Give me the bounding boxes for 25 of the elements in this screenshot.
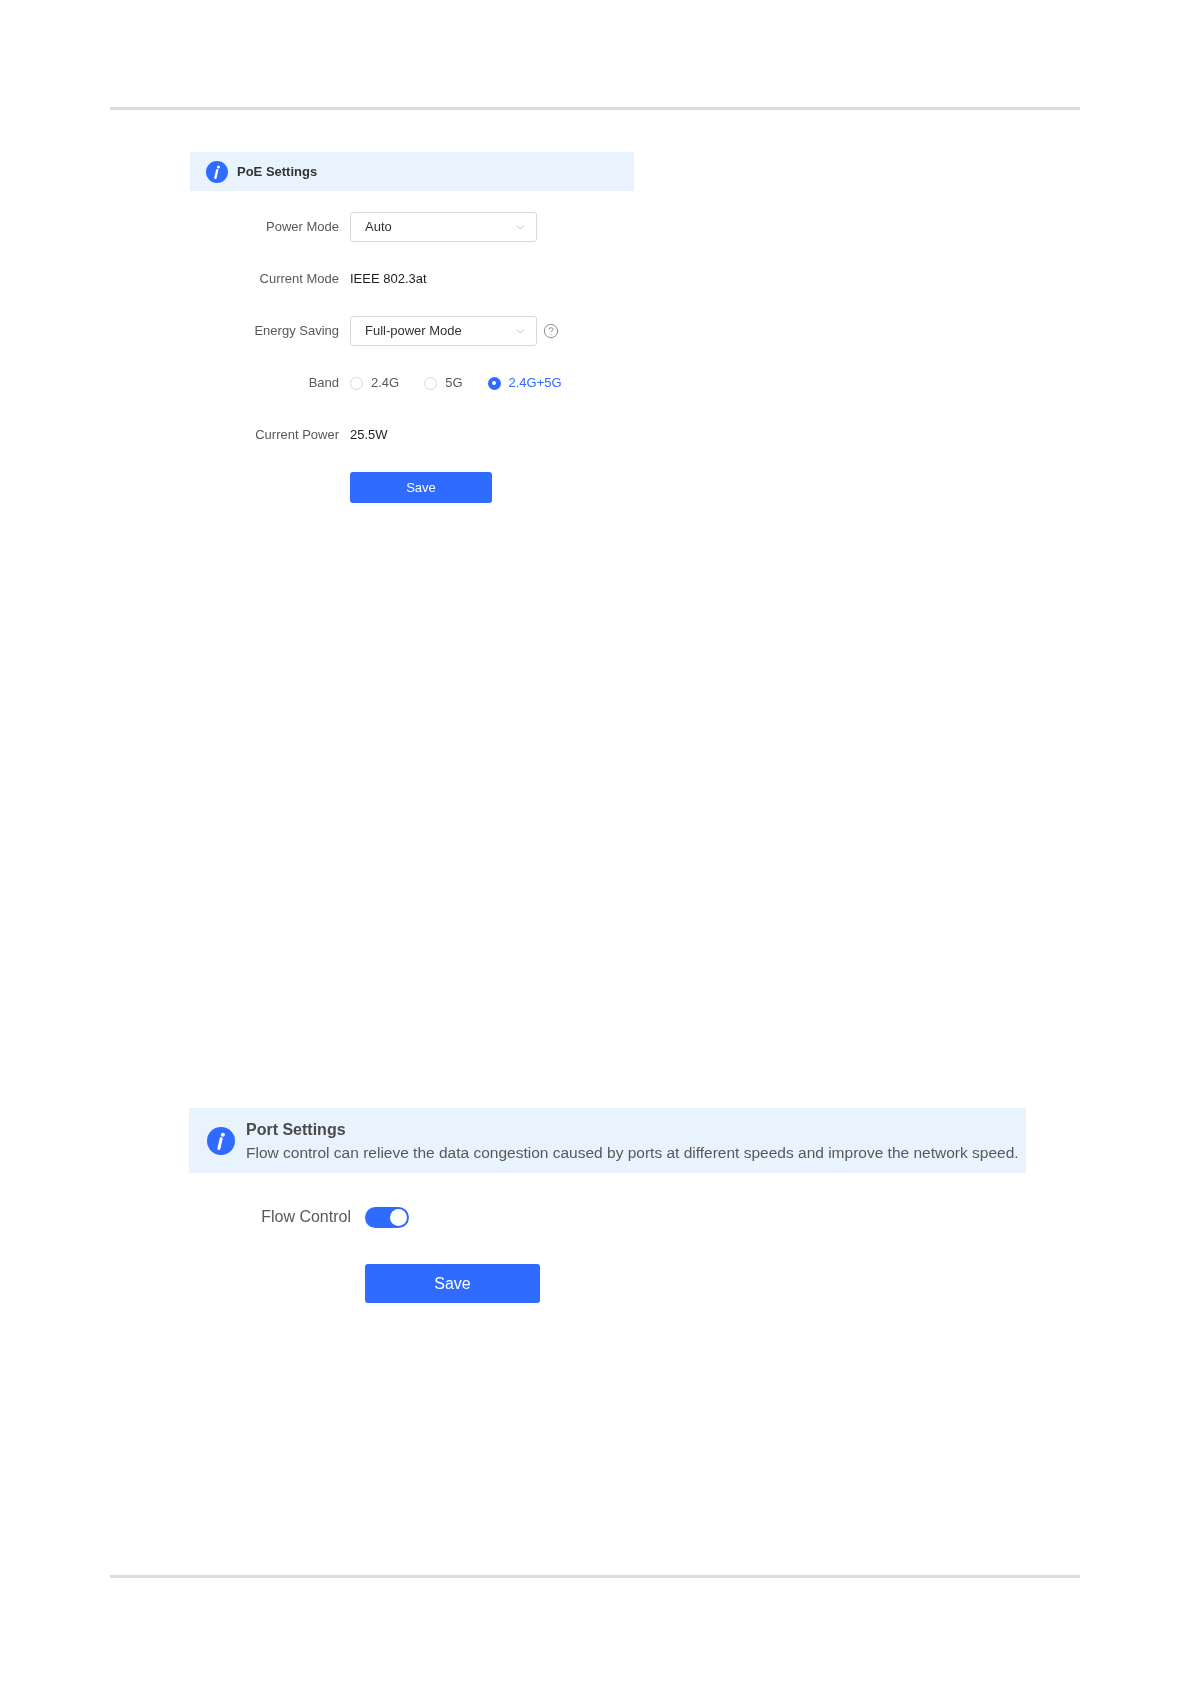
save-button[interactable]: Save <box>365 1264 540 1303</box>
info-icon <box>207 1126 235 1155</box>
section-title: PoE Settings <box>237 162 318 181</box>
field-value: IEEE 802.3at <box>350 270 427 289</box>
toggle-switch[interactable] <box>365 1206 409 1228</box>
section-description: Flow control can relieve the data congestion caused by ports at different speeds and improve the network speed. <box>246 1143 1019 1162</box>
help-icon[interactable] <box>543 323 559 339</box>
radio-button[interactable] <box>424 376 438 390</box>
dropdown-select[interactable]: Full-power Mode <box>350 316 537 346</box>
radio-label[interactable]: 2.4G+5G <box>508 373 562 393</box>
field-label: Current Mode <box>258 270 339 289</box>
field-label: Band <box>307 374 339 393</box>
info-icon <box>206 160 228 183</box>
dropdown-select[interactable]: Auto <box>350 212 537 242</box>
save-button[interactable]: Save <box>350 472 492 503</box>
field-label: Current Power <box>254 426 339 445</box>
field-label: Energy Saving <box>253 322 339 341</box>
field-label: Flow Control <box>260 1207 351 1227</box>
radio-button[interactable] <box>487 376 501 390</box>
field-label: Power Mode <box>265 218 339 237</box>
radio-button[interactable] <box>350 376 363 390</box>
radio-label[interactable]: 5G <box>445 373 463 393</box>
section-title: Port Settings <box>246 1119 347 1140</box>
field-value: 25.5W <box>350 426 388 445</box>
radio-label[interactable]: 2.4G <box>371 373 400 393</box>
